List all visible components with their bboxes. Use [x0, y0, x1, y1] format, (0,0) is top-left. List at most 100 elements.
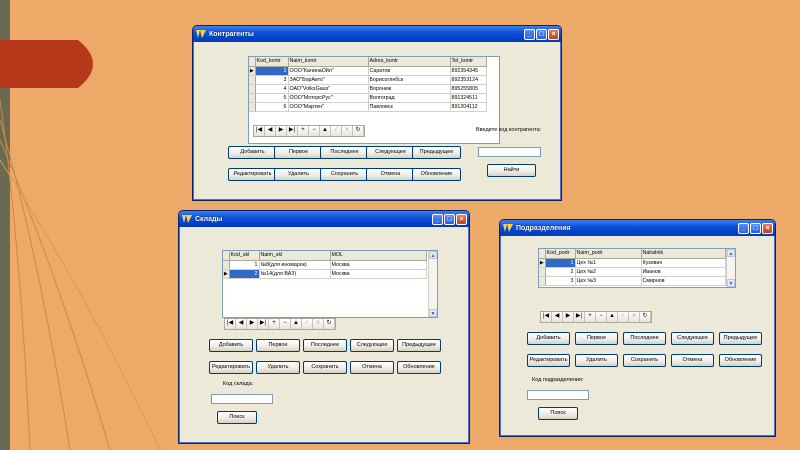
table-cell[interactable]: 895255805: [450, 84, 487, 94]
prev-button[interactable]: Предыдущее: [412, 146, 461, 159]
refresh-button[interactable]: Обновление: [412, 168, 461, 181]
nav-next-button[interactable]: ▶: [247, 319, 258, 329]
nav-post-button[interactable]: ✓: [331, 126, 342, 136]
nav-delete-button[interactable]: −: [280, 319, 291, 329]
maximize-button[interactable]: □: [536, 28, 547, 40]
table-cell[interactable]: 4: [255, 84, 289, 94]
table-cell[interactable]: 1: [545, 258, 576, 268]
save-button[interactable]: Сохранить: [303, 361, 347, 374]
table-cell[interactable]: Павловск: [368, 102, 451, 112]
edit-button[interactable]: Редактировать: [228, 168, 277, 181]
table-cell[interactable]: ООО"МоторсРус": [288, 93, 369, 103]
column-header-adres-kontr[interactable]: Adres_kontr: [368, 57, 451, 67]
podrazdeleniya-titlebar[interactable]: Подразделения _ □ ×: [500, 220, 775, 236]
column-header-kod-skl[interactable]: Kod_skl: [229, 251, 260, 261]
table-cell[interactable]: Смирнов: [641, 276, 726, 286]
table-cell[interactable]: 891324511: [450, 93, 487, 103]
search-input[interactable]: [527, 390, 589, 400]
nav-edit-button[interactable]: ▲: [607, 312, 618, 322]
table-row[interactable]: 5 ООО"МоторсРус" Волгоград 891324511: [249, 93, 487, 103]
scroll-down-icon[interactable]: ▼: [727, 279, 735, 287]
minimize-button[interactable]: _: [524, 28, 535, 40]
minimize-button[interactable]: _: [432, 213, 443, 225]
table-cell[interactable]: 2: [229, 269, 260, 279]
nav-insert-button[interactable]: +: [298, 126, 309, 136]
table-cell[interactable]: ООО"Мартен": [288, 102, 369, 112]
search-button[interactable]: Поиск: [538, 407, 578, 420]
nav-edit-button[interactable]: ▲: [320, 126, 331, 136]
cancel-button[interactable]: Отмена: [366, 168, 415, 181]
maximize-button[interactable]: □: [750, 222, 761, 234]
last-button[interactable]: Последнее: [303, 339, 347, 352]
delete-button[interactable]: Удалить: [274, 168, 323, 181]
scroll-up-icon[interactable]: ▲: [429, 251, 437, 259]
table-cell[interactable]: Москва: [330, 269, 427, 279]
table-cell[interactable]: №14(для ВАЗ): [259, 269, 331, 279]
table-cell[interactable]: Иванов: [641, 267, 726, 277]
kontragenty-titlebar[interactable]: Контрагенты _ □ ×: [193, 26, 561, 42]
table-row[interactable]: ▶ 2 №14(для ВАЗ) Москва: [223, 269, 427, 279]
sklady-titlebar[interactable]: Склады _ □ ×: [179, 211, 469, 227]
search-button[interactable]: Поиск: [217, 411, 257, 424]
nav-refresh-button[interactable]: ↻: [324, 319, 335, 329]
first-button[interactable]: Первое: [256, 339, 300, 352]
vertical-scrollbar[interactable]: ▲ ▼: [428, 251, 437, 317]
close-button[interactable]: ×: [456, 213, 467, 225]
last-button[interactable]: Последнее: [320, 146, 369, 159]
scroll-up-icon[interactable]: ▲: [727, 249, 735, 257]
table-cell[interactable]: 3: [255, 75, 289, 85]
table-cell[interactable]: ЗАО"БорАвто": [288, 75, 369, 85]
table-cell[interactable]: 5: [255, 93, 289, 103]
nav-prior-button[interactable]: ◀: [265, 126, 276, 136]
table-row[interactable]: 2 Цех №2 Иванов: [539, 267, 726, 277]
sklady-grid[interactable]: Kod_skl Naim_skl MOL 1 №8(для иномарок) Моск…: [222, 250, 438, 318]
next-button[interactable]: Следующее: [366, 146, 415, 159]
table-cell[interactable]: Цех №2: [575, 267, 642, 277]
table-cell[interactable]: 1: [229, 260, 260, 270]
table-cell[interactable]: №8(для иномарок): [259, 260, 331, 270]
add-button[interactable]: Добавить: [209, 339, 253, 352]
column-header-nahalnik[interactable]: Nahalnik: [641, 249, 726, 259]
edit-button[interactable]: Редактировать: [209, 361, 253, 374]
table-cell[interactable]: ООО"КалинаОйл": [288, 66, 369, 76]
nav-prior-button[interactable]: ◀: [552, 312, 563, 322]
column-header-kod-podr[interactable]: Kod_podr: [545, 249, 576, 259]
nav-last-button[interactable]: ▶|: [258, 319, 269, 329]
nav-cancel-button[interactable]: ✕: [629, 312, 640, 322]
table-cell[interactable]: Воронеж: [368, 84, 451, 94]
table-cell[interactable]: ОАО"VolksGaus": [288, 84, 369, 94]
column-header-kod-kontr[interactable]: Kod_kontr: [255, 57, 289, 67]
nav-next-button[interactable]: ▶: [563, 312, 574, 322]
column-header-naim-kontr[interactable]: Naim_kontr: [288, 57, 369, 67]
nav-first-button[interactable]: |◀: [541, 312, 552, 322]
table-cell[interactable]: 2: [255, 66, 289, 76]
nav-next-button[interactable]: ▶: [276, 126, 287, 136]
table-cell[interactable]: Цех №3: [575, 276, 642, 286]
column-header-naim-skl[interactable]: Naim_skl: [259, 251, 331, 261]
maximize-button[interactable]: □: [444, 213, 455, 225]
search-input[interactable]: [478, 147, 541, 157]
nav-last-button[interactable]: ▶|: [287, 126, 298, 136]
refresh-button[interactable]: Обновление: [719, 354, 762, 367]
table-row[interactable]: 3 ЗАО"БорАвто" Борисоглебск 892353124: [249, 75, 487, 85]
table-row[interactable]: 1 №8(для иномарок) Москва: [223, 260, 427, 270]
first-button[interactable]: Первое: [274, 146, 323, 159]
nav-last-button[interactable]: ▶|: [574, 312, 585, 322]
first-button[interactable]: Первое: [575, 332, 618, 345]
nav-refresh-button[interactable]: ↻: [353, 126, 364, 136]
add-button[interactable]: Добавить: [228, 146, 277, 159]
find-button[interactable]: Найти: [487, 164, 536, 177]
table-cell[interactable]: 3: [545, 276, 576, 286]
nav-insert-button[interactable]: +: [269, 319, 280, 329]
delete-button[interactable]: Удалить: [575, 354, 618, 367]
table-cell[interactable]: 892354345: [450, 66, 487, 76]
table-row[interactable]: ▶ 2 ООО"КалинаОйл" Саратов 892354345: [249, 66, 487, 76]
table-cell[interactable]: 891204112: [450, 102, 487, 112]
table-cell[interactable]: Саратов: [368, 66, 451, 76]
delete-button[interactable]: Удалить: [256, 361, 300, 374]
table-cell[interactable]: 892353124: [450, 75, 487, 85]
close-button[interactable]: ×: [762, 222, 773, 234]
save-button[interactable]: Сохранить: [623, 354, 666, 367]
nav-prior-button[interactable]: ◀: [236, 319, 247, 329]
next-button[interactable]: Следующее: [671, 332, 714, 345]
